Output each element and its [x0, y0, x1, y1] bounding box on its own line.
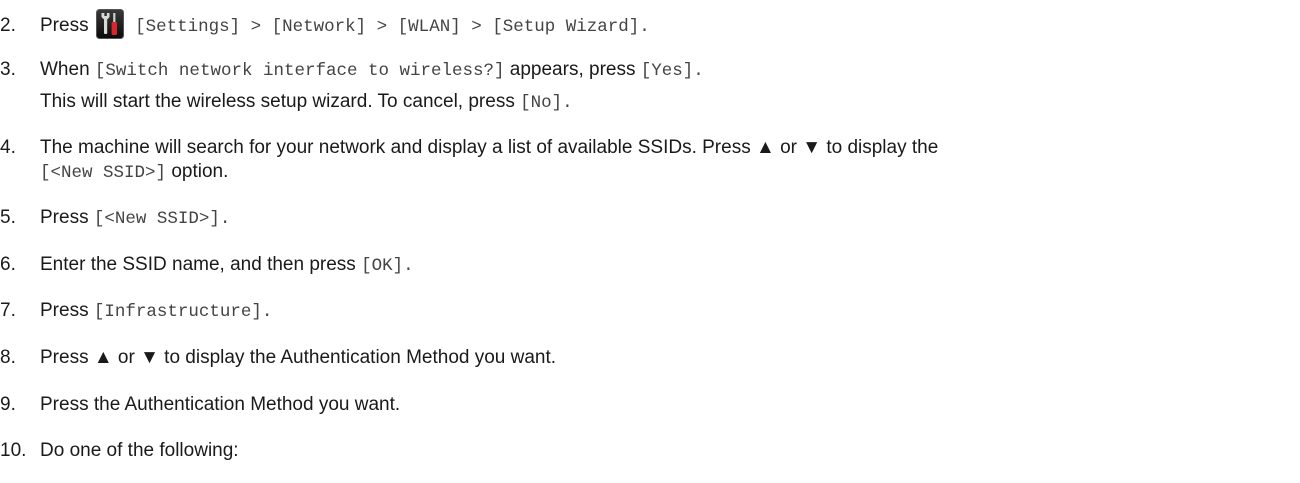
menu-path: [Settings] > [Network] > [WLAN] > [Setup…: [135, 17, 650, 37]
option-code: [<New SSID>].: [93, 209, 231, 229]
step-6: 6. Enter the SSID name, and then press [O…: [0, 252, 1300, 279]
step-text: Press the Authentication Method you want…: [40, 394, 401, 415]
step-number: 4.: [0, 137, 16, 158]
step-5: 5. Press [<New SSID>].: [0, 205, 1300, 232]
prompt-text: [Switch network interface to wireless?]: [94, 61, 505, 81]
settings-tools-icon: [95, 9, 124, 39]
step-text: Press: [40, 207, 89, 228]
step-3-note: This will start the wireless setup wizar…: [40, 89, 573, 116]
step-number: 5.: [0, 207, 16, 228]
step-text: The machine will search for your network…: [40, 137, 939, 158]
step-text: Enter the SSID name, and then press: [40, 254, 356, 275]
step-9: 9. Press the Authentication Method you wa…: [0, 392, 1300, 418]
step-3: 3. When [Switch network interface to wire…: [0, 57, 1300, 84]
no-code: [No].: [520, 93, 573, 113]
option-code: [<New SSID>]: [40, 163, 167, 183]
step-text: Press: [40, 15, 89, 36]
step-8: 8. Press ▲ or ▼ to display the Authentica…: [0, 345, 1300, 371]
ok-code: [OK].: [361, 256, 414, 276]
step-number: 3.: [0, 59, 16, 80]
step-2: 2. Press [Settings] > [Network] > [WLAN] …: [0, 9, 1300, 40]
step-4-cont: [<New SSID>] option.: [40, 159, 228, 186]
step-number: 2.: [0, 15, 16, 36]
note-text: This will start the wireless setup wizar…: [40, 91, 515, 112]
step-text: Do one of the following:: [40, 440, 239, 461]
step-text: Press ▲ or ▼ to display the Authenticati…: [40, 347, 557, 368]
infrastructure-code: [Infrastructure].: [93, 302, 273, 322]
step-4: 4. The machine will search for your netwo…: [0, 135, 1300, 161]
step-number: 7.: [0, 300, 16, 321]
step-10: 10. Do one of the following:: [0, 438, 1300, 464]
option-suffix: option.: [171, 161, 229, 182]
step-text: appears, press: [509, 59, 636, 80]
step-number: 6.: [0, 254, 16, 275]
step-text: Press: [40, 300, 89, 321]
yes-code: [Yes].: [640, 61, 704, 81]
step-number: 8.: [0, 347, 16, 368]
step-number: 9.: [0, 394, 16, 415]
step-number: 10.: [0, 440, 27, 461]
step-7: 7. Press [Infrastructure].: [0, 298, 1300, 325]
step-text: When: [40, 59, 90, 80]
